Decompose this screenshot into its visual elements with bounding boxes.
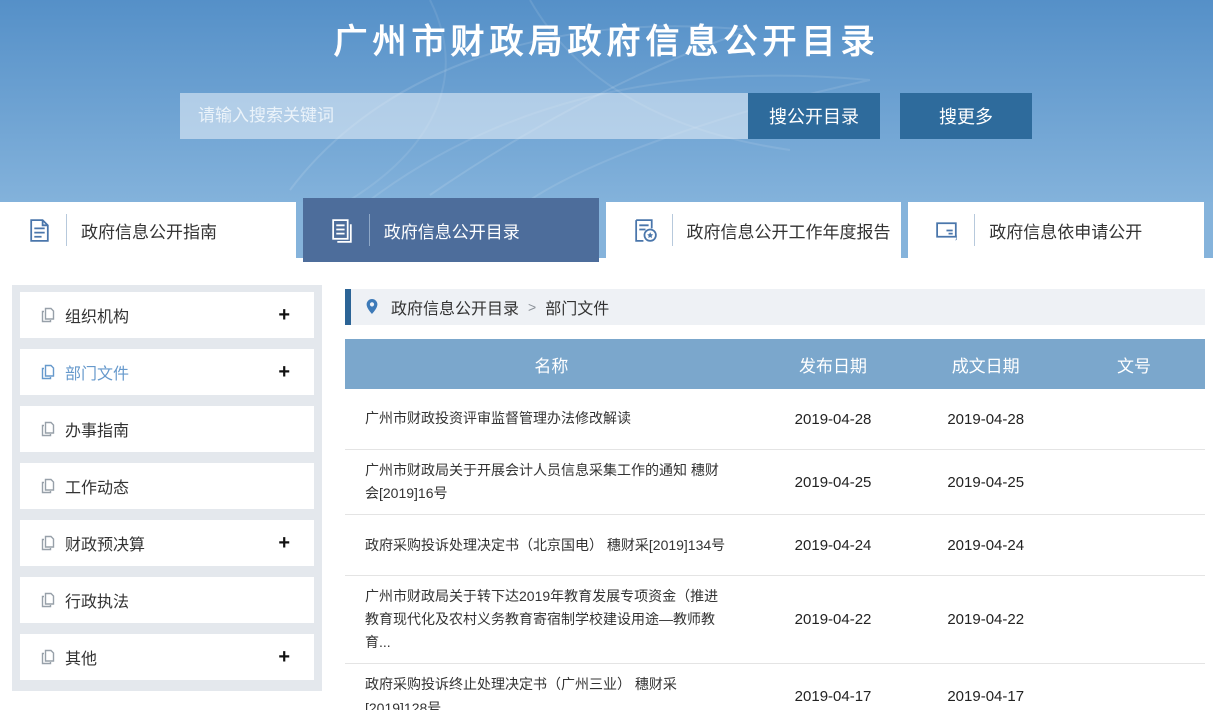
document-guide-icon — [26, 217, 53, 244]
location-pin-icon — [364, 298, 380, 316]
sidebar-item-label: 其他 — [65, 645, 278, 669]
document-title-link[interactable]: 广州市财政投资评审监督管理办法修改解读 — [345, 407, 758, 430]
table-row: 政府采购投诉终止处理决定书（广州三业） 穗财采[2019]128号 2019-0… — [345, 664, 1205, 710]
page-header: 广州市财政局政府信息公开目录 搜公开目录 搜更多 — [0, 0, 1213, 202]
expand-plus-icon[interactable]: + — [278, 533, 290, 553]
tab-divider — [369, 214, 370, 246]
document-title-link[interactable]: 政府采购投诉处理决定书（北京国电） 穗财采[2019]134号 — [345, 534, 758, 557]
tab-divider — [672, 214, 673, 246]
table-row: 广州市财政投资评审监督管理办法修改解读 2019-04-28 2019-04-2… — [345, 389, 1205, 450]
column-header-publish-date: 发布日期 — [758, 352, 909, 377]
search-bar: 搜公开目录 搜更多 — [180, 93, 1032, 139]
written-date: 2019-04-22 — [908, 611, 1063, 628]
sidebar-item-label: 工作动态 — [65, 474, 290, 498]
table-header-row: 名称 发布日期 成文日期 文号 — [345, 339, 1205, 389]
written-date: 2019-04-25 — [908, 474, 1063, 491]
publish-date: 2019-04-28 — [758, 411, 909, 428]
pages-icon — [40, 649, 56, 665]
column-header-doc-number: 文号 — [1063, 352, 1205, 377]
content-panel: 政府信息公开目录 > 部门文件 名称 发布日期 成文日期 文号 广州市财政投资评… — [345, 289, 1205, 710]
column-header-written-date: 成文日期 — [908, 352, 1063, 377]
sidebar-item-label: 财政预决算 — [65, 531, 278, 555]
sidebar-item-work-news[interactable]: 工作动态 — [20, 463, 314, 509]
document-stack-icon — [329, 217, 356, 244]
sidebar-item-label: 行政执法 — [65, 588, 290, 612]
publish-date: 2019-04-24 — [758, 537, 909, 554]
search-catalog-button[interactable]: 搜公开目录 — [748, 93, 880, 139]
publish-date: 2019-04-22 — [758, 611, 909, 628]
breadcrumb-root[interactable]: 政府信息公开目录 — [391, 295, 519, 319]
pages-icon — [40, 364, 56, 380]
table-row: 广州市财政局关于转下达2019年教育发展专项资金（推进教育现代化及农村义务教育寄… — [345, 576, 1205, 664]
sidebar-item-department-files[interactable]: 部门文件 + — [20, 349, 314, 395]
sidebar-item-label: 组织机构 — [65, 303, 278, 327]
search-input[interactable] — [180, 93, 748, 139]
tab-gov-info-guide[interactable]: 政府信息公开指南 — [0, 202, 296, 258]
search-more-button[interactable]: 搜更多 — [900, 93, 1032, 139]
tab-label: 政府信息公开指南 — [81, 218, 217, 243]
pages-icon — [40, 592, 56, 608]
tab-divider — [974, 214, 975, 246]
page-title: 广州市财政局政府信息公开目录 — [0, 0, 1213, 63]
document-title-link[interactable]: 广州市财政局关于转下达2019年教育发展专项资金（推进教育现代化及农村义务教育寄… — [345, 585, 758, 654]
pages-icon — [40, 478, 56, 494]
table-row: 政府采购投诉处理决定书（北京国电） 穗财采[2019]134号 2019-04-… — [345, 515, 1205, 576]
main-area: 组织机构 + 部门文件 + 办事指南 工作动态 — [0, 258, 1213, 710]
publish-date: 2019-04-25 — [758, 474, 909, 491]
written-date: 2019-04-28 — [908, 411, 1063, 428]
column-header-name: 名称 — [345, 352, 758, 377]
expand-plus-icon[interactable]: + — [278, 362, 290, 382]
sidebar-item-other[interactable]: 其他 + — [20, 634, 314, 680]
tab-bar: 政府信息公开指南 政府信息公开目录 政府信息公开工作年度报告 — [0, 202, 1213, 258]
sidebar-item-label: 办事指南 — [65, 417, 290, 441]
tab-label: 政府信息公开工作年度报告 — [687, 218, 891, 243]
expand-plus-icon[interactable]: + — [278, 305, 290, 325]
sidebar-item-law-enforcement[interactable]: 行政执法 — [20, 577, 314, 623]
document-apply-icon — [934, 217, 961, 244]
document-title-link[interactable]: 广州市财政局关于开展会计人员信息采集工作的通知 穗财会[2019]16号 — [345, 459, 758, 505]
pages-icon — [40, 307, 56, 323]
category-sidebar: 组织机构 + 部门文件 + 办事指南 工作动态 — [12, 285, 322, 691]
document-star-icon — [632, 217, 659, 244]
breadcrumb-separator: > — [528, 299, 536, 315]
tab-divider — [66, 214, 67, 246]
pages-icon — [40, 421, 56, 437]
tab-gov-info-catalog[interactable]: 政府信息公开目录 — [303, 198, 599, 262]
written-date: 2019-04-17 — [908, 688, 1063, 705]
tab-label: 政府信息公开目录 — [384, 218, 520, 243]
sidebar-item-budget[interactable]: 财政预决算 + — [20, 520, 314, 566]
document-title-link[interactable]: 政府采购投诉终止处理决定书（广州三业） 穗财采[2019]128号 — [345, 673, 758, 710]
breadcrumb: 政府信息公开目录 > 部门文件 — [345, 289, 1205, 325]
publish-date: 2019-04-17 — [758, 688, 909, 705]
tab-label: 政府信息依申请公开 — [989, 218, 1142, 243]
expand-plus-icon[interactable]: + — [278, 647, 290, 667]
pages-icon — [40, 535, 56, 551]
sidebar-item-service-guide[interactable]: 办事指南 — [20, 406, 314, 452]
sidebar-item-label: 部门文件 — [65, 360, 278, 384]
sidebar-item-organization[interactable]: 组织机构 + — [20, 292, 314, 338]
tab-apply-disclosure[interactable]: 政府信息依申请公开 — [908, 202, 1204, 258]
written-date: 2019-04-24 — [908, 537, 1063, 554]
table-row: 广州市财政局关于开展会计人员信息采集工作的通知 穗财会[2019]16号 201… — [345, 450, 1205, 515]
tab-annual-report[interactable]: 政府信息公开工作年度报告 — [606, 202, 902, 258]
breadcrumb-current: 部门文件 — [545, 295, 609, 319]
documents-table: 名称 发布日期 成文日期 文号 广州市财政投资评审监督管理办法修改解读 2019… — [345, 339, 1205, 710]
